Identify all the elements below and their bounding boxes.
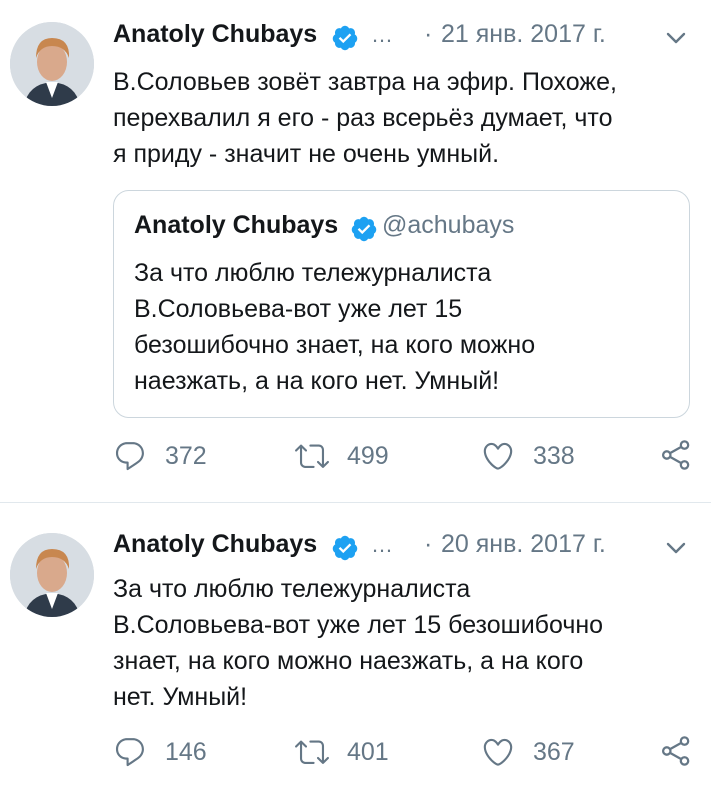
tweet-text: За что люблю тележурналиста В.Соловьева-…: [113, 575, 604, 711]
retweet-count: 499: [347, 441, 389, 470]
avatar[interactable]: [10, 22, 94, 106]
reply-count: 372: [165, 441, 207, 470]
reply-count: 146: [165, 737, 207, 766]
retweet-button[interactable]: 401: [295, 732, 389, 772]
author-name[interactable]: Anatoly Chubays: [113, 20, 317, 49]
separator: ·: [424, 530, 433, 558]
tweet-date[interactable]: 20 янв. 2017 г.: [441, 530, 606, 559]
retweet-icon: [295, 444, 329, 468]
quoted-tweet-text: За что люблю тележурналиста В.Соловьева-…: [134, 259, 536, 395]
quoted-author-name: Anatoly Chubays: [134, 211, 339, 239]
avatar[interactable]: [10, 533, 94, 617]
chevron-down-icon[interactable]: [665, 30, 687, 46]
verified-icon: [332, 25, 358, 51]
like-button[interactable]: 367: [481, 732, 575, 772]
reply-icon: [115, 442, 144, 471]
tweet-actions: 146 401 367: [113, 732, 703, 772]
retweet-icon: [295, 740, 329, 764]
tweet[interactable]: Anatoly Chubays … · 20 янв. 2017 г. За ч…: [0, 503, 711, 798]
verified-icon: [351, 216, 377, 242]
like-button[interactable]: 338: [481, 436, 575, 476]
tweet-text: В.Соловьев зовёт завтра на эфир. Похоже,…: [113, 68, 617, 168]
like-count: 338: [533, 441, 575, 470]
like-icon: [483, 442, 513, 470]
reply-button[interactable]: 146: [113, 732, 207, 772]
retweet-count: 401: [347, 737, 389, 766]
like-count: 367: [533, 737, 575, 766]
tweet-date[interactable]: 21 янв. 2017 г.: [441, 20, 606, 49]
tweet[interactable]: Anatoly Chubays … · 21 янв. 2017 г. В.Со…: [0, 0, 711, 503]
verified-icon: [332, 535, 358, 561]
share-icon[interactable]: [659, 734, 693, 768]
more-button[interactable]: …: [371, 532, 394, 558]
quoted-tweet[interactable]: Anatoly Chubays @achubays За что люблю т…: [113, 190, 690, 418]
author-name[interactable]: Anatoly Chubays: [113, 530, 317, 559]
reply-button[interactable]: 372: [113, 436, 207, 476]
reply-icon: [115, 738, 144, 767]
chevron-down-icon[interactable]: [665, 540, 687, 556]
quoted-author-handle: @achubays: [382, 211, 515, 239]
like-icon: [483, 738, 513, 766]
retweet-button[interactable]: 499: [295, 436, 389, 476]
share-icon[interactable]: [659, 438, 693, 472]
more-button[interactable]: …: [371, 22, 394, 48]
separator: ·: [424, 20, 433, 48]
tweet-actions: 372 499 338: [113, 436, 703, 476]
